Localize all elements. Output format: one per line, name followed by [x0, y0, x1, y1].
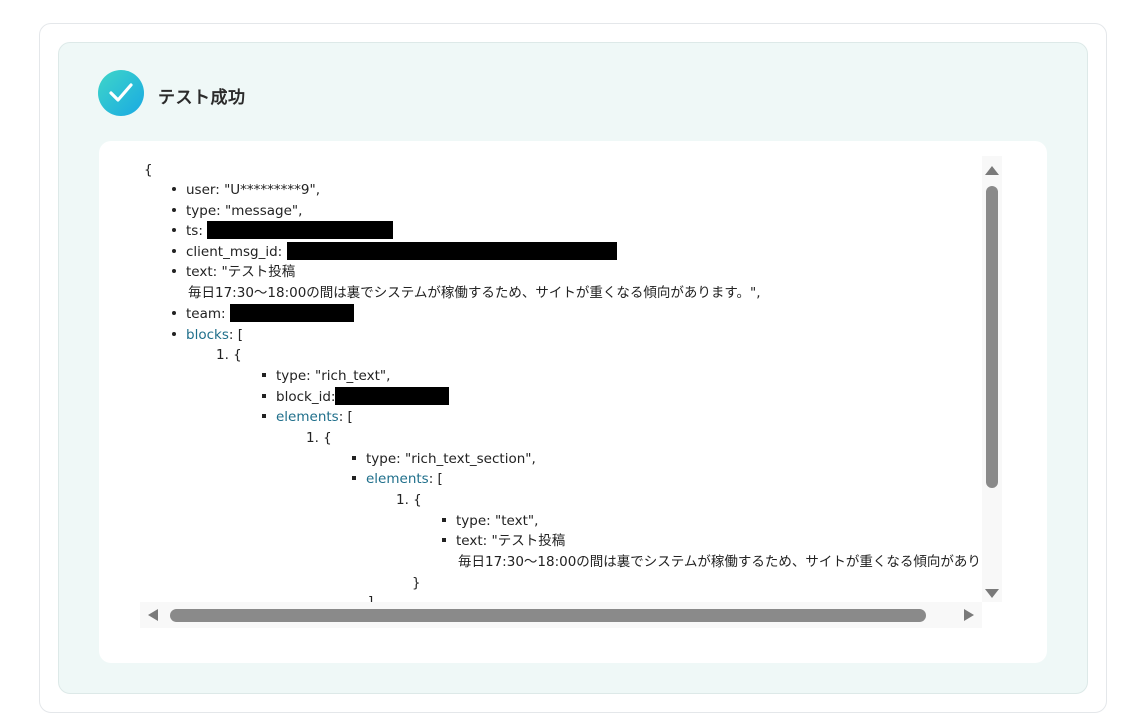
text-field-text-continued: 毎日17:30〜18:00の間は裏でシステムが稼働するため、サイトが重くなる傾向… — [458, 554, 982, 570]
field-value: "rich_text", — [315, 368, 391, 384]
field-key: text — [186, 264, 213, 280]
elements-key-link[interactable]: elements — [276, 409, 339, 425]
bracket: : [ — [338, 409, 353, 425]
bullet — [172, 268, 176, 273]
elements-item-1: 1. { — [306, 430, 332, 446]
redacted-value — [286, 242, 617, 260]
redacted-value — [229, 304, 354, 322]
json-open-brace: { — [144, 162, 153, 178]
scroll-left-arrow-icon[interactable] — [148, 609, 158, 621]
square-bullet — [262, 393, 266, 398]
bullet — [172, 227, 176, 232]
field-value: "rich_text_section", — [405, 451, 536, 467]
bullet — [172, 310, 176, 315]
field-key: text — [456, 533, 483, 549]
json-field-blocks: blocks: [ — [172, 325, 243, 345]
section-field-type: type: "rich_text_section", — [352, 449, 536, 469]
block-field-elements: elements: [ — [262, 407, 353, 427]
field-value: "U*********9", — [224, 182, 320, 198]
section-field-elements: elements: [ — [352, 469, 443, 489]
page-title: テスト成功 — [158, 88, 246, 108]
horizontal-scroll-thumb[interactable] — [170, 609, 926, 622]
inner-elements-key-link[interactable]: elements — [366, 471, 429, 487]
square-bullet — [262, 372, 266, 377]
field-key: type — [186, 203, 217, 219]
bracket: : [ — [228, 327, 243, 343]
field-key: team — [186, 306, 222, 322]
json-field-client-msg-id: client_msg_id: — [172, 242, 617, 262]
json-field-type: type: "message", — [172, 201, 302, 221]
json-viewer[interactable]: { user: "U*********9", type: "message", … — [140, 156, 982, 602]
field-key: type — [456, 513, 487, 529]
scroll-right-arrow-icon[interactable] — [964, 609, 974, 621]
json-field-ts: ts: — [172, 221, 394, 241]
field-value: "テスト投稿 — [221, 264, 296, 280]
field-key: type — [276, 368, 307, 384]
square-bullet — [352, 455, 356, 460]
json-field-text-continued: 毎日17:30〜18:00の間は裏でシステムが稼働するため、サイトが重くなる傾向… — [188, 285, 761, 301]
inner-elements-item-1: 1. { — [396, 492, 422, 508]
bullet — [172, 331, 176, 336]
blocks-item-1: 1. { — [216, 347, 242, 363]
field-key: type — [366, 451, 397, 467]
redacted-value — [207, 221, 394, 239]
square-bullet — [442, 517, 446, 522]
field-value: "テスト投稿 — [491, 533, 566, 549]
field-value: "message", — [225, 203, 303, 219]
block-field-block-id: block_id: — [262, 387, 450, 407]
square-bullet — [352, 475, 356, 480]
bullet — [172, 186, 176, 191]
inner-close-brace: } — [412, 575, 421, 591]
bullet — [172, 248, 176, 253]
inner-close-bracket: ] — [368, 594, 374, 602]
field-key: ts — [186, 223, 199, 239]
square-bullet — [442, 537, 446, 542]
field-key: client_msg_id — [186, 244, 278, 260]
field-key: user — [186, 182, 216, 198]
field-key: block_id — [276, 389, 331, 405]
field-value: "text", — [495, 513, 539, 529]
bracket: : [ — [428, 471, 443, 487]
square-bullet — [262, 413, 266, 418]
success-check-icon — [98, 70, 144, 116]
scroll-up-arrow-icon[interactable] — [985, 166, 999, 175]
json-field-user: user: "U*********9", — [172, 180, 320, 200]
vertical-scroll-thumb[interactable] — [986, 186, 998, 488]
text-field-type: type: "text", — [442, 511, 538, 531]
json-field-text: text: "テスト投稿 — [172, 262, 295, 282]
block-field-type: type: "rich_text", — [262, 366, 390, 386]
json-field-team: team: — [172, 304, 354, 324]
scroll-down-arrow-icon[interactable] — [985, 589, 999, 598]
redacted-value — [335, 387, 450, 405]
bullet — [172, 207, 176, 212]
text-field-text: text: "テスト投稿 — [442, 531, 565, 551]
blocks-key-link[interactable]: blocks — [186, 327, 229, 343]
